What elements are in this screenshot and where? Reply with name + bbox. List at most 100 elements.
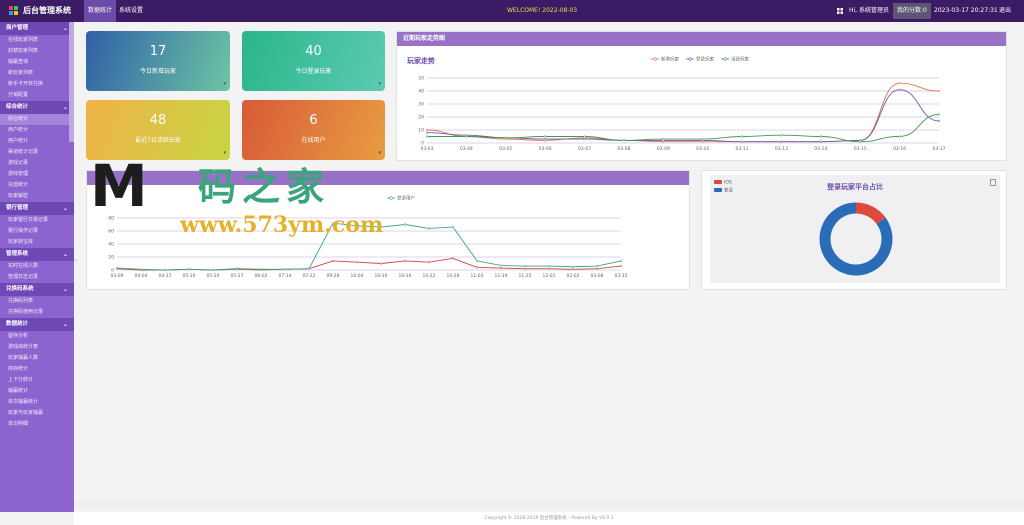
sidebar-group[interactable]: 银行管理 ⌄	[0, 202, 74, 215]
platform-chart-area: 登录玩家平台占比 IOS 安卓	[710, 175, 1000, 283]
stat-label: 最近7日活跃玩家	[135, 137, 181, 144]
logo-icon	[9, 6, 19, 16]
sidebar-item[interactable]: 新手卡开奖兑换	[0, 79, 74, 90]
data-point	[571, 265, 575, 268]
x-tick-label: 03-06	[539, 146, 552, 152]
sidebar-group-label: 商户管理	[6, 25, 29, 31]
tab-system-settings[interactable]: 系统设置	[115, 0, 147, 22]
collapse-handle-icon[interactable]: ‹	[75, 258, 79, 264]
data-point	[427, 261, 431, 264]
data-point	[465, 135, 468, 138]
x-tick-label: 04-04	[134, 273, 147, 279]
stat-card-online-users[interactable]: 6 在线用户 ▾	[242, 100, 385, 160]
stat-value: 17	[149, 44, 167, 59]
stat-card-login-players[interactable]: 40 今日登录玩家 ▾	[242, 31, 385, 91]
corner-arrow-icon: ▾	[223, 81, 226, 87]
x-tick-label: 06-02	[254, 273, 267, 279]
user-greeting[interactable]: Hi, 系统管理员	[849, 0, 889, 22]
stat-label: 今日新增玩家	[139, 68, 176, 75]
x-tick-label: 07-14	[278, 273, 291, 279]
data-point	[898, 82, 901, 85]
sidebar-group-label: 兑换码系统	[6, 286, 34, 292]
data-point	[115, 266, 119, 270]
data-point	[740, 135, 744, 138]
clock: 2023-03-17 20:27:31	[934, 7, 998, 14]
sidebar-item[interactable]: 输赢查询	[0, 57, 74, 68]
x-tick-label: 10-22	[422, 273, 435, 279]
y-tick-label: 30	[418, 102, 424, 108]
x-tick-label: 03-14	[814, 146, 827, 152]
x-tick-label: 03-07	[578, 146, 591, 152]
sidebar-item[interactable]: 玩家银行交易记录	[0, 215, 74, 226]
x-tick-label: 05-10	[182, 273, 195, 279]
data-point	[583, 135, 586, 138]
sidebar-item[interactable]: 充值统计	[0, 180, 74, 191]
sidebar-item[interactable]: 银行操作记录	[0, 226, 74, 237]
data-point	[544, 137, 547, 141]
sidebar-item[interactable]: 新玩家列表	[0, 68, 74, 79]
sidebar-item[interactable]: 用户统计	[0, 125, 74, 136]
sidebar-item[interactable]: 兑换码列表	[0, 296, 74, 307]
score-badge: 我的分数:0	[893, 3, 931, 19]
stat-card-new-players[interactable]: 17 今日新增玩家 ▾	[86, 31, 230, 91]
sidebar-item[interactable]: 封禁玩家列表	[0, 46, 74, 57]
chevron-down-icon: ⌄	[62, 104, 68, 111]
data-point	[595, 267, 599, 270]
stat-value: 48	[149, 113, 167, 128]
sidebar-item[interactable]: 管理日志记录	[0, 272, 74, 283]
sidebar-item[interactable]: 输赢统计	[0, 386, 74, 397]
x-tick-label: 03-11	[736, 146, 749, 152]
sidebar-group[interactable]: 综合统计 ⌄	[0, 101, 74, 114]
x-tick-label: 03-10	[696, 146, 709, 152]
data-point	[451, 257, 455, 260]
sidebar-item[interactable]: 上下分统计	[0, 375, 74, 386]
sidebar-item[interactable]: 玩家解密	[0, 191, 74, 202]
sidebar-item[interactable]: 单次明细	[0, 419, 74, 430]
sidebar-item[interactable]: 在线玩家列表	[0, 35, 74, 46]
x-tick-label: 12-01	[542, 273, 555, 279]
sidebar-item[interactable]: 玩家与玩家输赢	[0, 408, 74, 419]
x-tick-label: 10-10	[374, 273, 387, 279]
logout-link[interactable]: 退出	[999, 0, 1011, 22]
sidebar-group[interactable]: 管理系统 ⌄	[0, 248, 74, 261]
stat-value: 6	[309, 113, 318, 128]
sidebar-item[interactable]: 分销配置	[0, 90, 74, 101]
sidebar-item[interactable]: 玩家输赢人数	[0, 353, 74, 364]
x-tick-label: 03-08	[590, 273, 603, 279]
sidebar-item[interactable]: 渠道统计记录	[0, 147, 74, 158]
data-point	[701, 137, 704, 141]
sidebar-item[interactable]: 游戏库统计表	[0, 342, 74, 353]
sidebar-item[interactable]: 库存统计	[0, 364, 74, 375]
sidebar-item[interactable]: 综合统计	[0, 114, 74, 125]
chevron-down-icon: ⌄	[62, 205, 68, 212]
grid-icon[interactable]	[837, 8, 843, 14]
horizontal-scrollbar[interactable]	[74, 501, 1024, 507]
y-tick-label: 0	[111, 268, 114, 274]
sidebar-group[interactable]: 兑换码系统 ⌄	[0, 283, 74, 296]
data-point	[355, 261, 359, 264]
sidebar-item[interactable]: 留存分析	[0, 331, 74, 342]
sidebar-item[interactable]: 单次输赢统计	[0, 397, 74, 408]
data-point	[427, 227, 431, 230]
sidebar-item[interactable]: 玩家转宝库	[0, 237, 74, 248]
x-tick-label: 02-02	[566, 273, 579, 279]
legend-label: 登录玩家	[696, 56, 714, 63]
stat-card-active-players[interactable]: 48 最近7日活跃玩家 ▾	[86, 100, 230, 160]
legend-swatch-dot	[723, 57, 727, 61]
sidebar-item[interactable]: 游戏管理	[0, 169, 74, 180]
data-point	[331, 259, 335, 263]
sidebar-item[interactable]: 实时在线人数	[0, 261, 74, 272]
sidebar-group[interactable]: 数据统计 ⌄	[0, 318, 74, 331]
sidebar-item[interactable]: 游戏记录	[0, 158, 74, 169]
data-point	[425, 131, 429, 134]
sidebar-item[interactable]: 兑换码使用记录	[0, 307, 74, 318]
data-point	[211, 268, 215, 272]
data-point	[379, 262, 383, 265]
tab-data-stats[interactable]: 数据统计	[84, 0, 117, 22]
x-tick-label: 11-25	[518, 273, 531, 279]
sidebar-group-label: 综合统计	[6, 104, 29, 110]
sidebar-item[interactable]: 用户统计	[0, 136, 74, 147]
sidebar-group[interactable]: 商户管理 ⌄	[0, 22, 74, 35]
sidebar-scrollbar[interactable]	[69, 22, 74, 142]
x-tick-label: 11-03	[470, 273, 483, 279]
